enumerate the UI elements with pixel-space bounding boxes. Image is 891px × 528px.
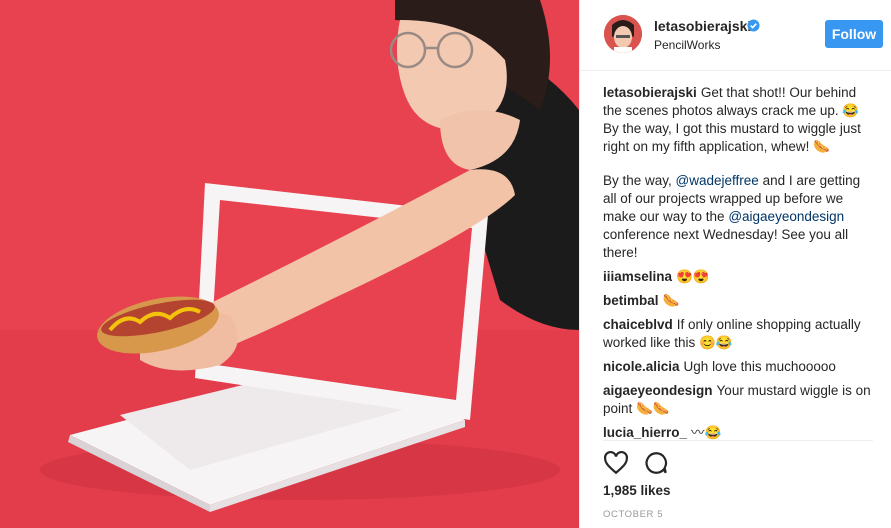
post-side-panel: letasobierajski PencilWorks Follow letas…: [579, 0, 891, 528]
verified-badge-icon: [747, 19, 760, 32]
post-photo-illustration: [0, 0, 579, 528]
comment-username[interactable]: aigaeyeondesign: [603, 383, 713, 398]
likes-count[interactable]: 1,985 likes: [603, 483, 671, 498]
comment: chaiceblvd If only online shopping actual…: [603, 316, 873, 352]
comment: nicole.alicia Ugh love this muchooooo: [603, 358, 873, 376]
post-header: letasobierajski PencilWorks Follow: [580, 0, 891, 71]
comment-username[interactable]: iiiamselina: [603, 269, 672, 284]
avatar-image: [604, 15, 642, 53]
post-caption: letasobierajski Get that shot!! Our behin…: [603, 84, 873, 262]
divider: [603, 440, 873, 441]
mention-wadejeffree[interactable]: @wadejeffree: [676, 173, 759, 188]
post-photo[interactable]: [0, 0, 579, 528]
follow-button[interactable]: Follow: [825, 20, 883, 48]
comment-text: 😍😍: [676, 269, 710, 284]
comment: aigaeyeondesign Your mustard wiggle is on…: [603, 382, 873, 418]
comment-username[interactable]: lucia_hierro_: [603, 425, 687, 440]
comment-text: 〰😂: [691, 425, 722, 440]
caption-text-2a: By the way,: [603, 173, 672, 188]
caption-username[interactable]: letasobierajski: [603, 85, 697, 100]
post-date[interactable]: OCTOBER 5: [603, 509, 663, 520]
user-avatar[interactable]: [604, 15, 642, 53]
comment-text: Ugh love this muchooooo: [683, 359, 836, 374]
comment-username[interactable]: betimbal: [603, 293, 659, 308]
header-username[interactable]: letasobierajski: [654, 18, 751, 34]
post-location[interactable]: PencilWorks: [654, 38, 720, 52]
comment-text: 🌭: [662, 293, 680, 308]
comment: iiiamselina 😍😍: [603, 268, 873, 286]
comment-username[interactable]: nicole.alicia: [603, 359, 680, 374]
instagram-post: letasobierajski PencilWorks Follow letas…: [0, 0, 891, 528]
caption-text-2c: conference next Wednesday! See you all t…: [603, 227, 849, 260]
heart-icon[interactable]: [603, 450, 629, 476]
action-bar: [603, 450, 873, 478]
comment-username[interactable]: chaiceblvd: [603, 317, 673, 332]
comments-list: letasobierajski Get that shot!! Our behin…: [603, 84, 873, 442]
comment: betimbal 🌭: [603, 292, 873, 310]
comment-bubble-icon[interactable]: [643, 450, 669, 476]
mention-aigaeyeondesign[interactable]: @aigaeyeondesign: [728, 209, 844, 224]
